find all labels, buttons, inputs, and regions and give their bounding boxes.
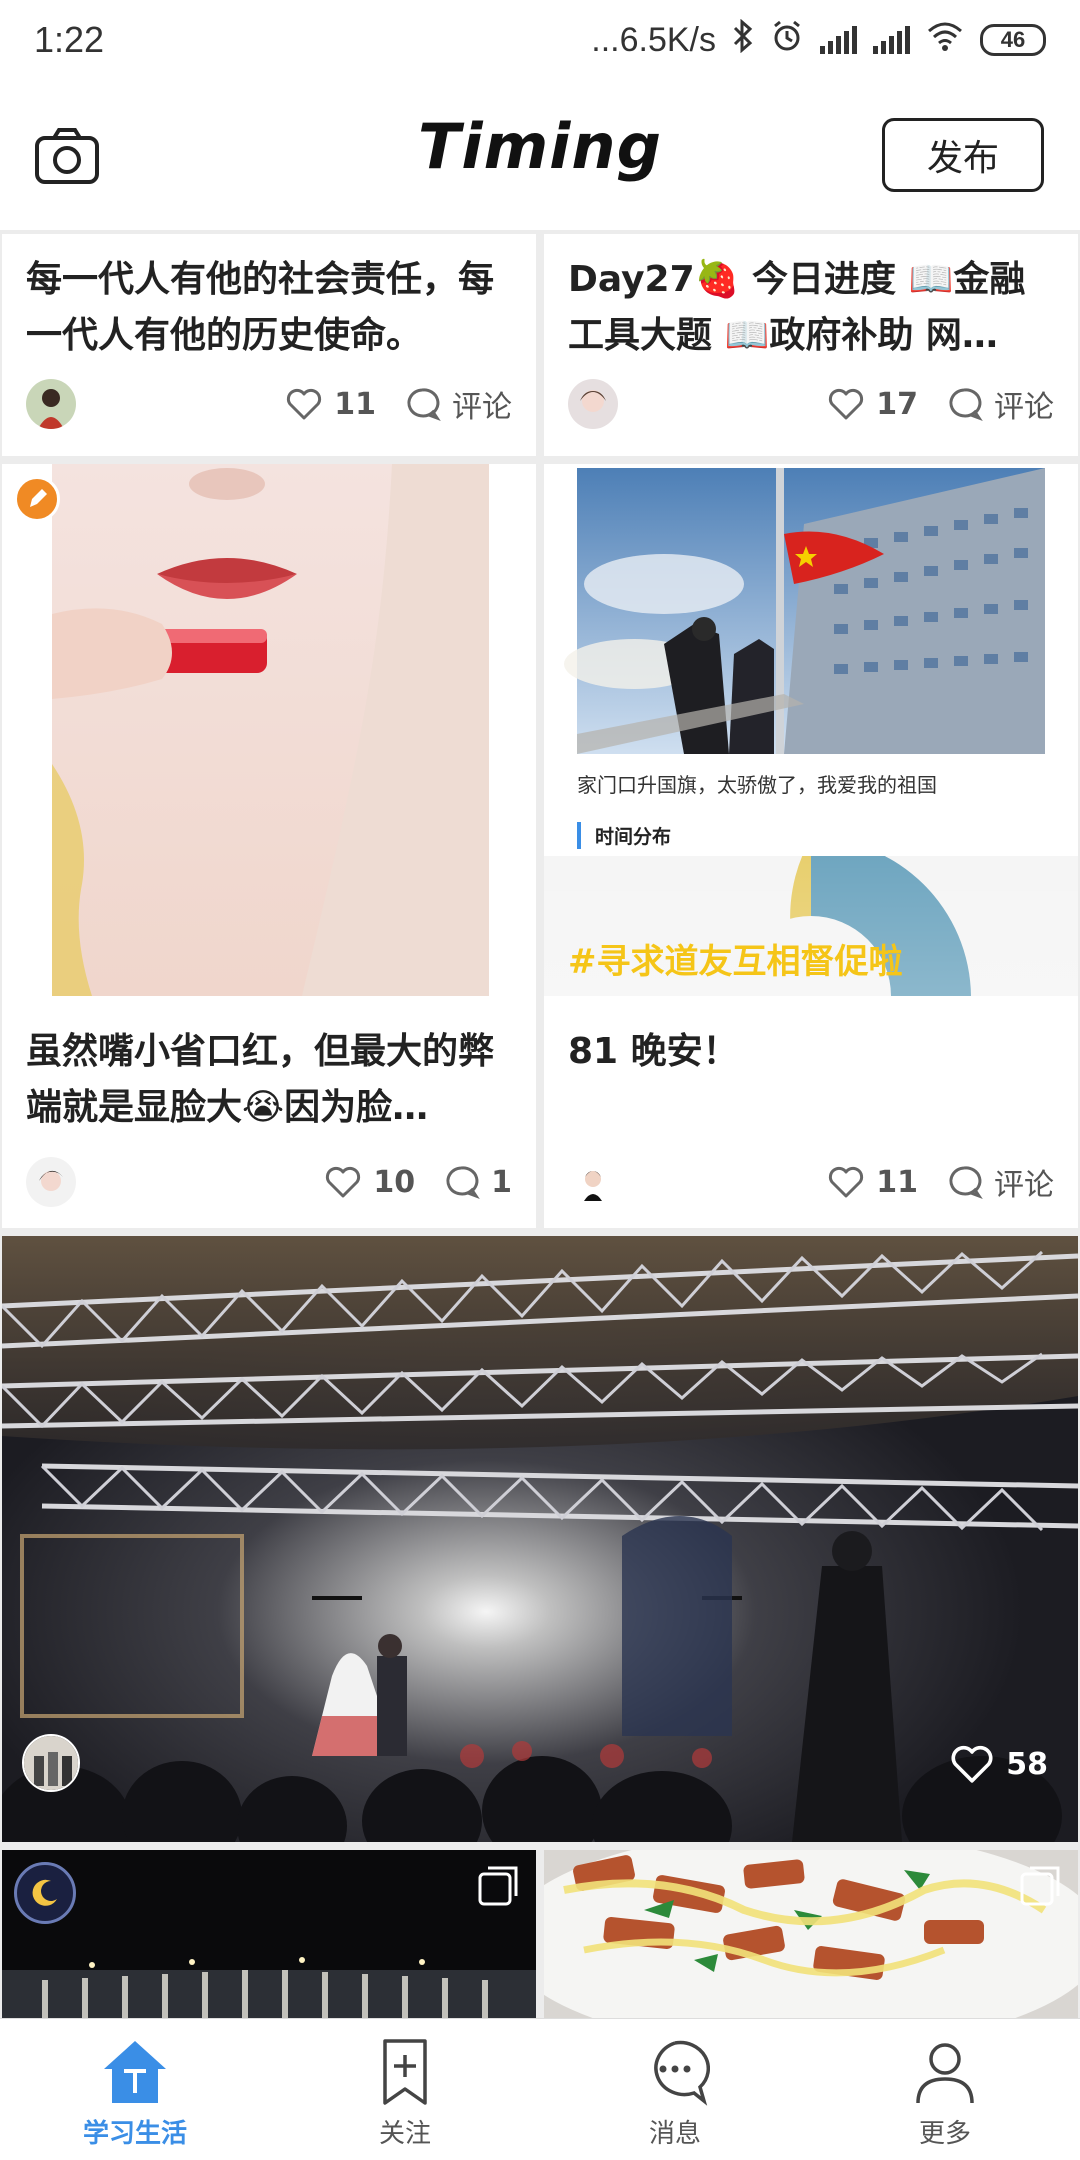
avatar[interactable] [568,1157,618,1207]
comment-icon [949,388,983,422]
like-button[interactable]: 11 [284,384,376,424]
comment-button[interactable]: 评论 [944,382,1054,426]
like-count: 11 [876,1164,918,1200]
comment-count: 评论 [452,390,512,425]
like-button[interactable]: 17 [826,384,918,424]
status-time: 1:22 [34,19,105,60]
home-t-icon [104,2041,166,2103]
post-caption: 家门口升国旗，太骄傲了，我爱我的祖国 [577,773,937,797]
like-count: 11 [334,386,376,422]
feed-card[interactable]: 每一代人有他的社会责任，每一代人有他的历史使命。 11 评论 [2,234,536,456]
like-button[interactable]: 10 [323,1162,415,1202]
person-icon [916,2043,974,2104]
post-image[interactable] [2,1850,536,2018]
feed-card[interactable] [544,1850,1078,2018]
nav-label: 学习生活 [82,2119,187,2149]
nav-item-messages[interactable]: 消息 [540,2019,810,2160]
card-meta: 11 评论 [568,1154,1054,1210]
heart-icon [829,388,864,420]
feed-card-wide[interactable]: 58 [2,1236,1078,1842]
feed-card[interactable]: Day27🍓 今日进度 📖金融工具大题 📖政府补助 网… 17 评论 [544,234,1078,456]
avatar[interactable] [26,379,76,429]
like-button[interactable]: 11 [826,1162,918,1202]
comment-icon [949,1166,983,1200]
avatar[interactable] [22,1734,80,1792]
nav-label: 更多 [918,2119,971,2149]
app-header: Timing 发布 [0,80,1080,230]
like-button[interactable]: 58 [948,1740,1048,1788]
card-title: 每一代人有他的社会责任，每一代人有他的历史使命。 [26,259,495,356]
bluetooth-icon [732,18,754,62]
card-meta: 10 1 [26,1154,512,1210]
avatar[interactable] [568,379,618,429]
card-title: 虽然嘴小省口红，但最大的弊端就是显脸大😭因为脸… [26,1031,495,1128]
heart-icon [951,1745,993,1783]
avatar[interactable] [26,1157,76,1207]
comment-count: 1 [491,1164,512,1200]
network-speed: ...6.5K/s [591,20,716,59]
comment-icon [407,388,441,422]
comment-count: 评论 [994,390,1054,425]
heart-icon [287,388,322,420]
comment-button[interactable]: 评论 [402,382,512,426]
nav-label: 关注 [378,2119,431,2149]
section-text: 时间分布 [595,826,672,848]
heart-icon [829,1166,864,1198]
chat-bubble-icon [654,2040,710,2106]
comment-count: 评论 [994,1168,1054,1203]
heart-icon [326,1166,361,1198]
battery-icon: 46 [980,24,1046,56]
moon-badge-icon [14,1862,76,1924]
multi-image-icon [476,1864,522,1914]
app-screen: 1:22 ...6.5K/s 46 Timing 发布 每一代人有他的社会责任，… [0,0,1080,2160]
alarm-icon [770,19,804,62]
section-label: 时间分布 [577,822,1037,849]
like-count: 10 [373,1164,416,1200]
status-bar: 1:22 ...6.5K/s 46 [0,0,1080,80]
multi-image-icon [1018,1864,1064,1914]
comment-icon [446,1166,480,1200]
card-title: 81 晚安！ [568,1031,739,1072]
signal-icon [820,26,857,54]
wifi-icon [926,20,964,61]
nav-item-more[interactable]: 更多 [810,2019,1080,2160]
card-meta: 11 评论 [26,376,512,432]
hashtag-label[interactable]: #寻求道友互相督促啦 [568,934,903,983]
comment-button[interactable]: 评论 [944,1160,1054,1204]
edit-badge-icon [14,476,60,522]
nav-label: 消息 [648,2119,701,2149]
comment-button[interactable]: 1 [441,1162,512,1202]
card-meta: 17 评论 [568,376,1054,432]
post-image[interactable]: 家门口升国旗，太骄傲了，我爱我的祖国 时间分布 #寻求道友互相督促啦 [544,464,1078,996]
post-image[interactable] [52,464,489,996]
feed-card[interactable]: 虽然嘴小省口红，但最大的弊端就是显脸大😭因为脸… 10 1 [2,464,536,1228]
feed-card[interactable] [2,1850,536,2018]
like-count: 58 [1006,1746,1048,1782]
like-count: 17 [876,386,918,422]
nav-item-follow[interactable]: 关注 [270,2019,540,2160]
post-image[interactable] [544,1850,1078,2018]
post-image[interactable] [2,1236,1078,1842]
bottom-nav: 学习生活 关注 消息 更多 [0,2018,1080,2160]
publish-button[interactable]: 发布 [882,118,1044,192]
bookmark-plus-icon [383,2039,427,2105]
feed-card[interactable]: 家门口升国旗，太骄傲了，我爱我的祖国 时间分布 #寻求道友互相督促啦 81 晚安… [544,464,1078,1228]
status-icons: ...6.5K/s 46 [591,18,1046,62]
nav-item-study-life[interactable]: 学习生活 [0,2019,270,2160]
signal-icon-2 [873,26,910,54]
card-title: Day27🍓 今日进度 📖金融工具大题 📖政府补助 网… [568,259,1026,356]
